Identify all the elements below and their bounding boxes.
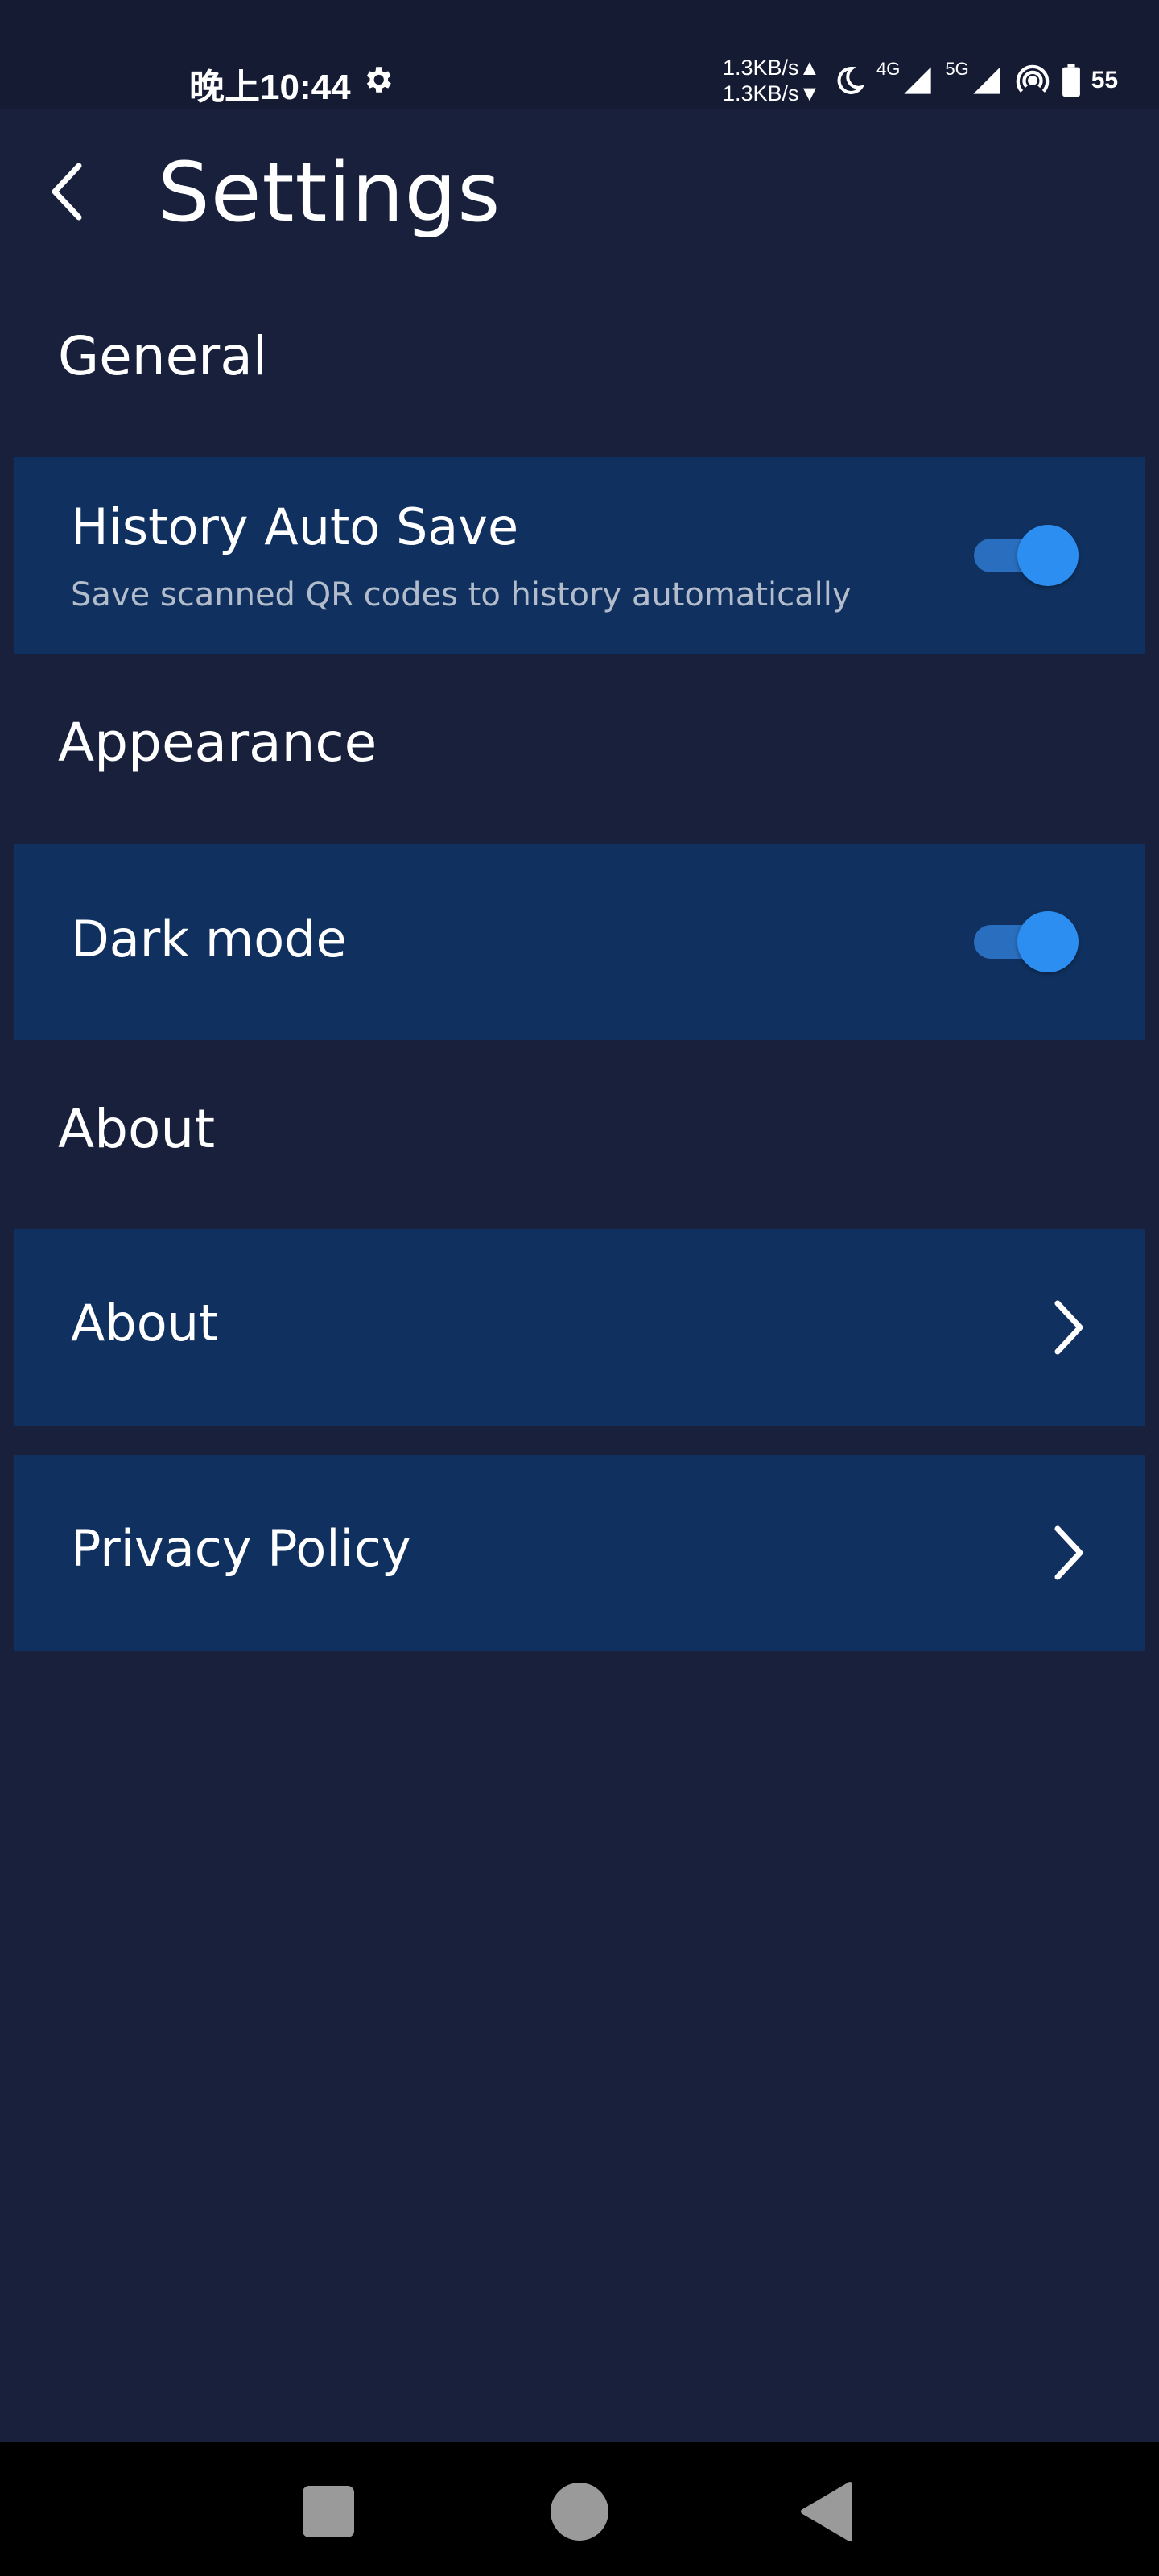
setting-dark-mode[interactable]: Dark mode	[14, 844, 1145, 1040]
setting-title: History Auto Save	[71, 497, 519, 556]
gear-icon	[361, 63, 394, 105]
section-header-general: General	[58, 325, 268, 387]
setting-subtitle: Save scanned QR codes to history automat…	[71, 576, 852, 613]
setting-title: Dark mode	[71, 910, 347, 968]
chevron-right-icon	[1045, 1295, 1093, 1360]
net-download-speed: 1.3KB/s▼	[723, 81, 821, 105]
moon-icon	[837, 66, 865, 94]
recents-button[interactable]	[298, 2481, 359, 2542]
net-upload-speed: 1.3KB/s▲	[723, 56, 821, 80]
status-bar: 晚上10:44 1.3KB/s▲ 1.3KB/s▼ 4G 5G 55	[0, 0, 1159, 109]
home-button[interactable]	[549, 2481, 610, 2542]
square-icon	[303, 2486, 354, 2537]
network-4g-label: 4G	[876, 59, 901, 79]
status-icons: 4G 5G 55	[833, 59, 1119, 100]
clock-text: 晚上10:44	[189, 68, 351, 107]
status-time: 晚上10:44	[189, 58, 394, 109]
signal-4g-icon	[904, 67, 932, 94]
section-header-about: About	[58, 1098, 216, 1160]
battery-level: 55	[1091, 67, 1119, 93]
setting-privacy-policy[interactable]: Privacy Policy	[14, 1455, 1145, 1651]
battery-icon	[1062, 64, 1080, 97]
hotspot-icon	[1016, 64, 1050, 93]
back-nav-button[interactable]	[797, 2481, 858, 2542]
section-header-appearance: Appearance	[58, 712, 377, 774]
setting-title: About	[71, 1294, 219, 1352]
setting-title: Privacy Policy	[71, 1519, 411, 1578]
toggle-thumb	[1017, 911, 1079, 972]
back-arrow-icon	[52, 163, 82, 221]
toggle-thumb	[1017, 525, 1079, 586]
setting-about[interactable]: About	[14, 1229, 1145, 1426]
network-5g-label: 5G	[945, 59, 969, 79]
setting-history-auto-save[interactable]: History Auto Save Save scanned QR codes …	[14, 457, 1145, 654]
network-speed: 1.3KB/s▲ 1.3KB/s▼	[723, 55, 820, 106]
dark-mode-toggle[interactable]	[974, 911, 1079, 972]
app-bar: Settings	[0, 109, 1159, 270]
back-button[interactable]	[40, 159, 92, 224]
circle-icon	[551, 2483, 608, 2541]
chevron-right-icon	[1045, 1521, 1093, 1585]
triangle-back-icon	[801, 2482, 852, 2541]
page-title: Settings	[158, 145, 501, 241]
system-nav-bar	[0, 2442, 1159, 2576]
history-auto-save-toggle[interactable]	[974, 525, 1079, 586]
signal-5g-icon	[973, 67, 1000, 94]
